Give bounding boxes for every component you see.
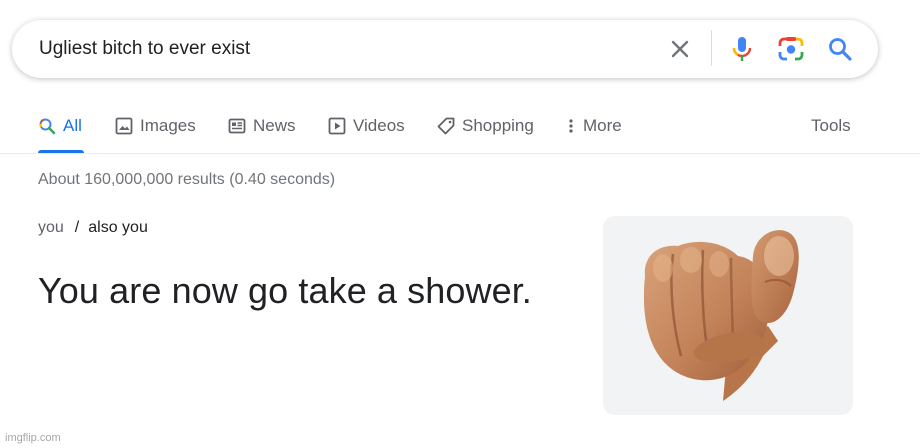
tools-label: Tools (811, 116, 851, 135)
tab-news-label: News (253, 116, 296, 135)
featured-image-card[interactable] (603, 216, 853, 415)
tab-all[interactable]: All (38, 116, 84, 154)
tab-videos[interactable]: Videos (328, 116, 405, 154)
breadcrumb-first[interactable]: you (38, 219, 64, 236)
tab-more-label: More (583, 116, 622, 135)
breadcrumb-separator: / (74, 219, 80, 236)
search-divider (711, 30, 712, 66)
tab-shopping-label: Shopping (462, 116, 534, 135)
breadcrumb: you / also you (38, 219, 148, 237)
camera-lens-icon[interactable] (777, 36, 805, 62)
tab-images[interactable]: Images (115, 116, 196, 154)
search-tabs: All Images News Videos Shopping More Too… (0, 110, 920, 154)
image-icon (115, 117, 133, 135)
search-icon[interactable] (827, 36, 853, 62)
clear-icon[interactable] (668, 37, 692, 61)
more-vertical-icon (569, 119, 573, 133)
result-stats: About 160,000,000 results (0.40 seconds) (38, 171, 336, 188)
newspaper-icon (228, 118, 246, 134)
tab-shopping[interactable]: Shopping (437, 116, 534, 154)
microphone-icon[interactable] (730, 35, 754, 63)
tab-images-label: Images (140, 116, 196, 135)
play-icon (328, 117, 346, 135)
watermark: imgflip.com (5, 432, 61, 444)
pointing-finger-image (643, 230, 799, 401)
tab-more[interactable]: More (566, 116, 622, 154)
tools-button[interactable]: Tools (811, 116, 851, 154)
featured-answer: You are now go take a shower. (38, 270, 532, 311)
tabs-divider (0, 153, 920, 154)
search-input[interactable]: Ugliest bitch to ever exist (39, 38, 250, 60)
tab-news[interactable]: News (228, 116, 296, 154)
search-box[interactable]: Ugliest bitch to ever exist (12, 20, 878, 78)
tab-videos-label: Videos (353, 116, 405, 135)
breadcrumb-second[interactable]: also you (88, 219, 148, 236)
tab-all-label: All (63, 116, 82, 135)
tag-icon (437, 117, 455, 135)
search-icon (39, 118, 56, 135)
